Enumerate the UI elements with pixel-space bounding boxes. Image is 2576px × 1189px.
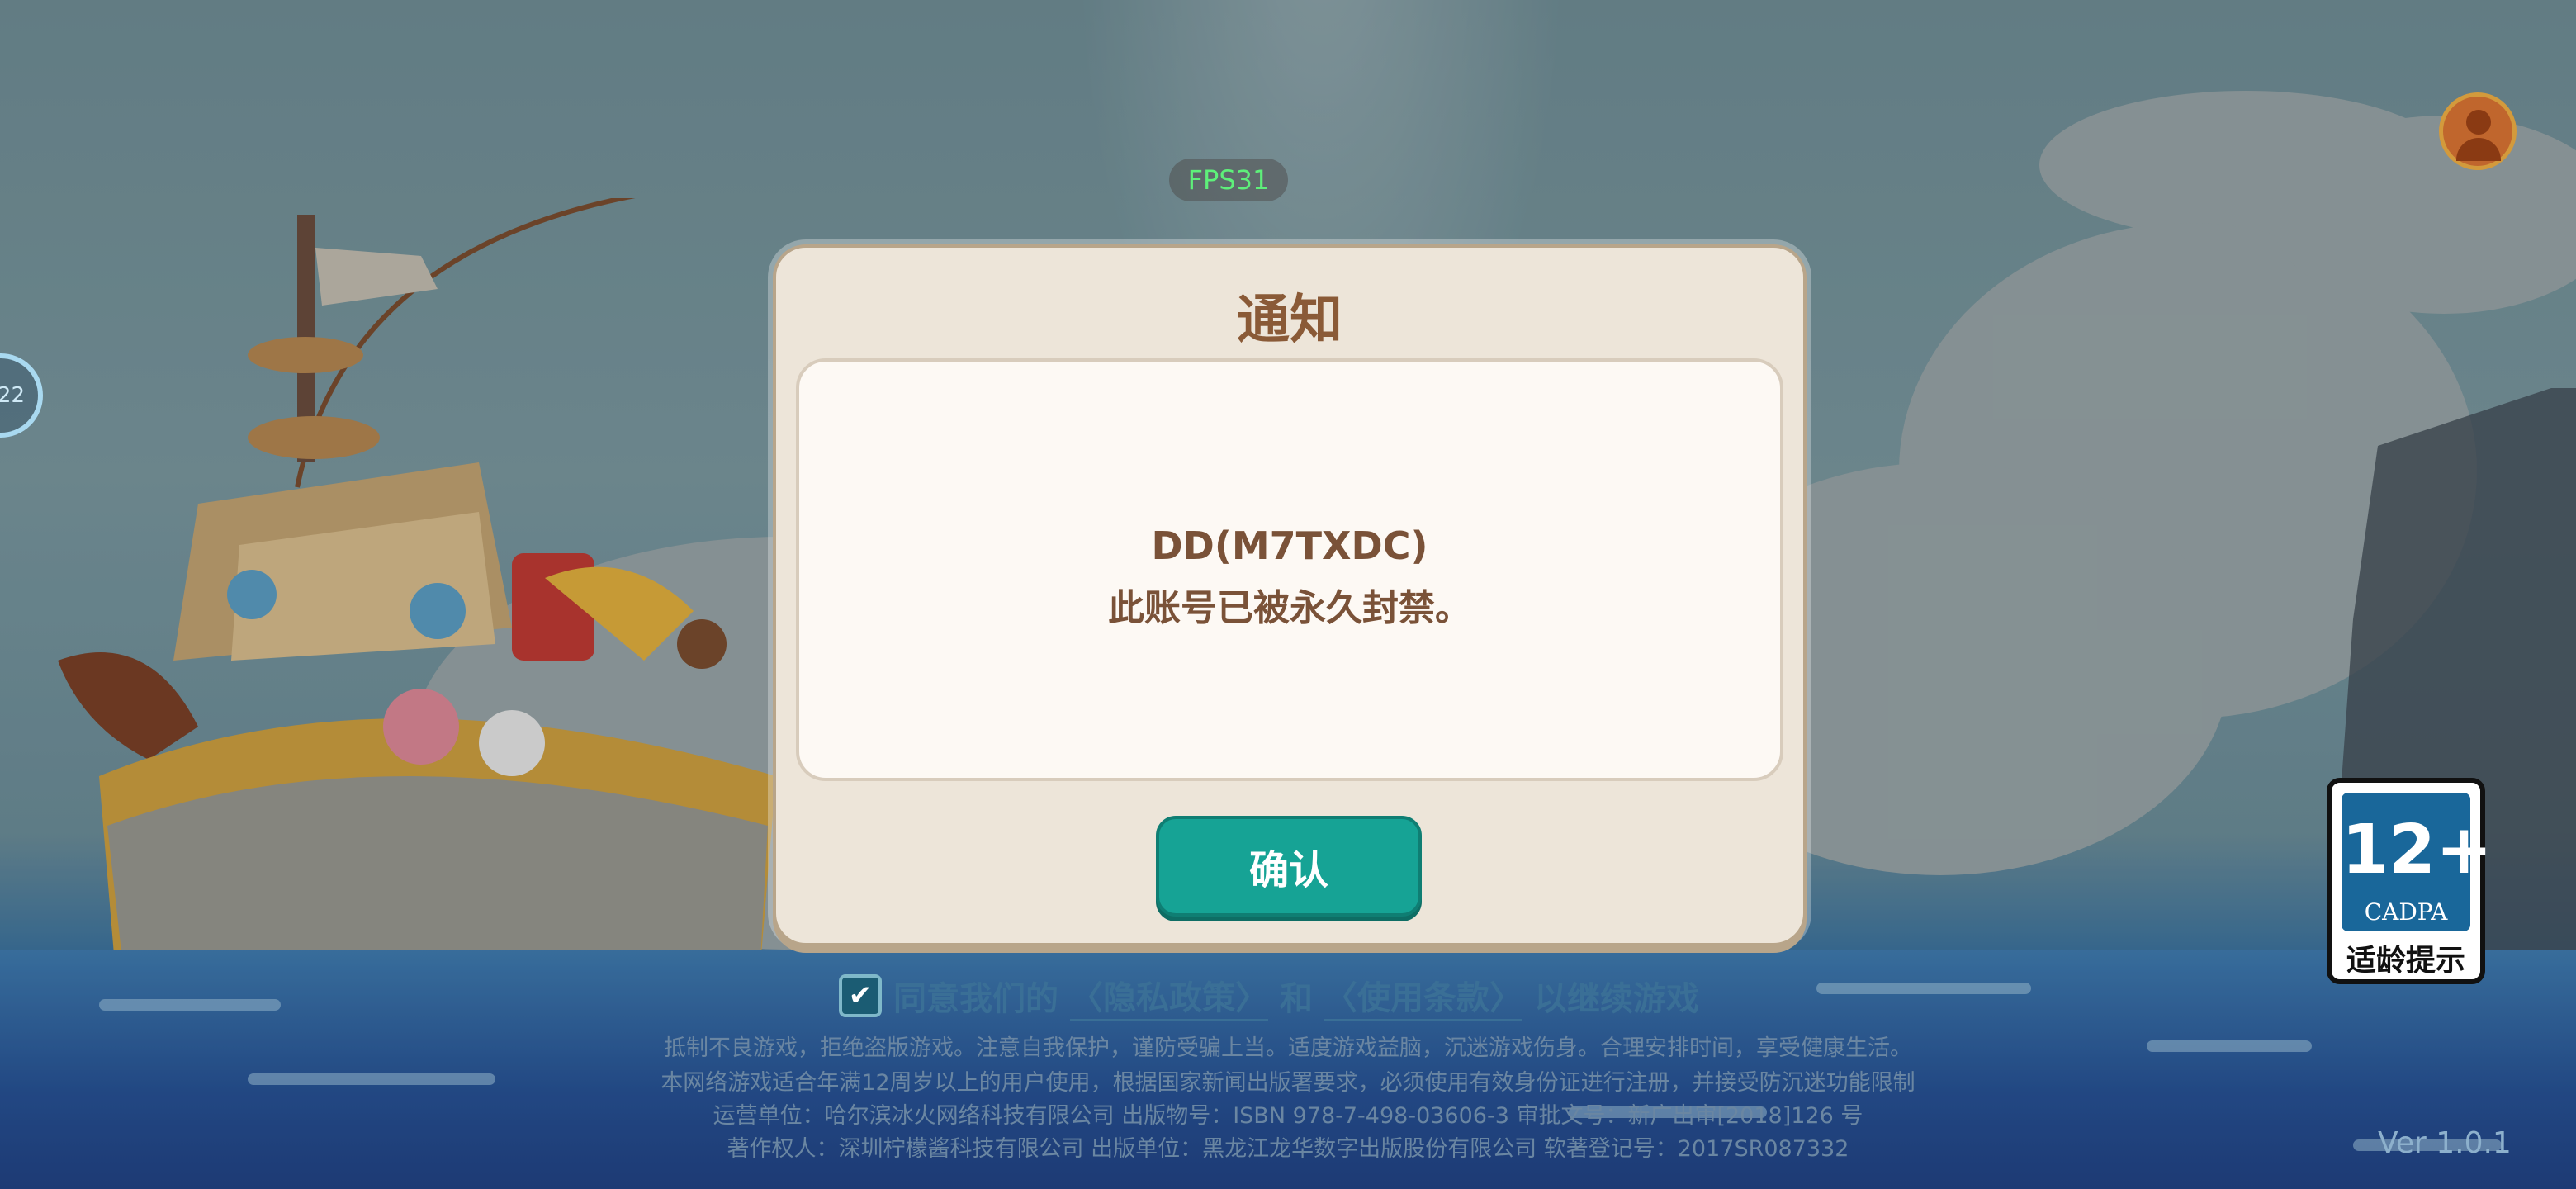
- check-icon: ✔: [848, 979, 873, 1012]
- age-rating-panel: 12+ CADPA: [2342, 793, 2493, 931]
- version-label: Ver 1.0.1: [2378, 1126, 2512, 1160]
- terms-of-use-link[interactable]: 〈使用条款〉: [1324, 971, 1522, 1021]
- dialog-ban-message: 此账号已被永久封禁。: [1108, 587, 1471, 629]
- footer-notice-1: 抵制不良游戏，拒绝盗版游戏。注意自我保护，谨防受骗上当。适度游戏益脑，沉迷游戏伤…: [664, 1035, 1912, 1061]
- dialog-message-panel: DD(M7TXDC) 此账号已被永久封禁。: [796, 358, 1783, 781]
- age-rating-number: 12+: [2342, 811, 2493, 889]
- dialog-account-id: DD(M7TXDC): [1151, 523, 1428, 568]
- side-badge-label: 22: [0, 383, 25, 408]
- user-avatar-button[interactable]: [2439, 92, 2517, 170]
- privacy-policy-link[interactable]: 〈隐私政策〉: [1070, 971, 1268, 1021]
- age-rating-label: 适龄提示: [2346, 944, 2465, 978]
- notice-dialog: 通知 DD(M7TXDC) 此账号已被永久封禁。 确认: [773, 244, 1807, 946]
- agreement-and: 和: [1280, 980, 1313, 1018]
- age-rating-badge: 12+ CADPA 适龄提示: [2327, 778, 2493, 984]
- footer-notice-4: 著作权人：深圳柠檬酱科技有限公司 出版单位：黑龙江龙华数字出版股份有限公司 软著…: [727, 1136, 1849, 1162]
- age-rating-org: CADPA: [2364, 898, 2448, 926]
- agreement-row: ✔ 同意我们的 〈隐私政策〉 和 〈使用条款〉 以继续游戏: [839, 968, 1699, 1024]
- confirm-button[interactable]: 确认: [1156, 816, 1422, 917]
- footer-notice-2: 本网络游戏适合年满12周岁以上的用户使用，根据国家新闻出版署要求，必须使用有效身…: [661, 1070, 1915, 1096]
- footer-notice-3: 运营单位：哈尔滨冰火网络科技有限公司 出版物号：ISBN 978-7-498-0…: [713, 1103, 1863, 1129]
- fps-counter: FPS31: [1169, 159, 1288, 201]
- agreement-checkbox[interactable]: ✔: [839, 974, 882, 1017]
- avatar-body: [2456, 138, 2501, 161]
- dialog-title: 通知: [1237, 290, 1342, 351]
- agreement-prefix: 同意我们的: [893, 980, 1058, 1018]
- avatar-head: [2466, 110, 2491, 135]
- agreement-suffix: 以继续游戏: [1534, 980, 1699, 1018]
